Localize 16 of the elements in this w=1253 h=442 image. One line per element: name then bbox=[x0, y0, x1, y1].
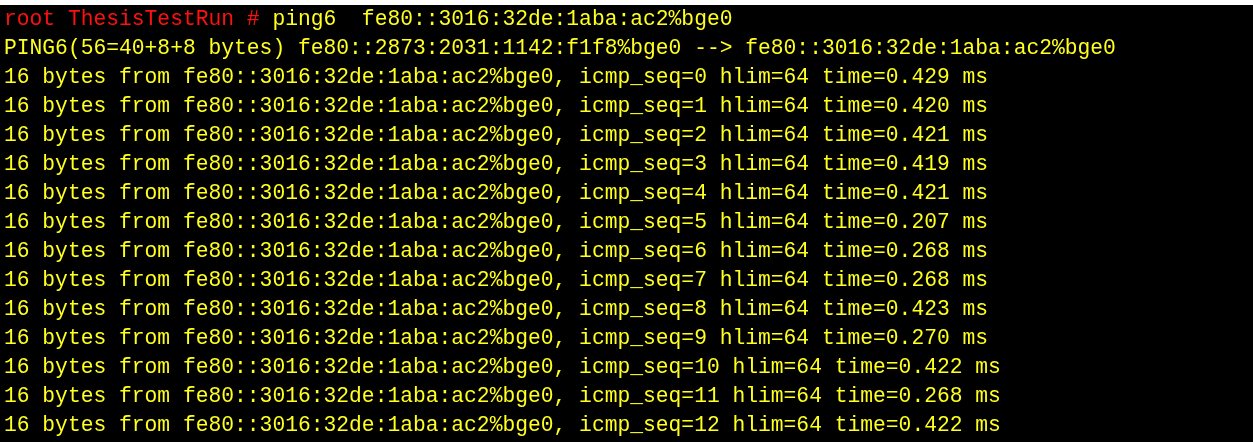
output-line: 16 bytes from fe80::3016:32de:1aba:ac2%bge0, icmp_seq=8 hlim=64 time=0.423 ms bbox=[4, 296, 989, 323]
output-line: 16 bytes from fe80::3016:32de:1aba:ac2%bge0, icmp_seq=6 hlim=64 time=0.268 ms bbox=[4, 238, 989, 265]
output-line: 16 bytes from fe80::3016:32de:1aba:ac2%bge0, icmp_seq=7 hlim=64 time=0.268 ms bbox=[4, 267, 989, 294]
output-line: 16 bytes from fe80::3016:32de:1aba:ac2%bge0, icmp_seq=10 hlim=64 time=0.422 ms bbox=[4, 354, 1001, 381]
output-line: 16 bytes from fe80::3016:32de:1aba:ac2%bge0, icmp_seq=9 hlim=64 time=0.270 ms bbox=[4, 325, 989, 352]
output-line: 16 bytes from fe80::3016:32de:1aba:ac2%bge0, icmp_seq=2 hlim=64 time=0.421 ms bbox=[4, 122, 989, 149]
output-line: 16 bytes from fe80::3016:32de:1aba:ac2%bge0, icmp_seq=4 hlim=64 time=0.421 ms bbox=[4, 180, 989, 207]
output-line: 16 bytes from fe80::3016:32de:1aba:ac2%bge0, icmp_seq=1 hlim=64 time=0.420 ms bbox=[4, 93, 989, 120]
output-line: 16 bytes from fe80::3016:32de:1aba:ac2%bge0, icmp_seq=3 hlim=64 time=0.419 ms bbox=[4, 151, 989, 178]
output-line: 16 bytes from fe80::3016:32de:1aba:ac2%bge0, icmp_seq=12 hlim=64 time=0.422 ms bbox=[4, 412, 1001, 439]
output-line: PING6(56=40+8+8 bytes) fe80::2873:2031:1142:f1f8%bge0 --> fe80::3016:32de:1aba:ac2%bge0 bbox=[4, 35, 1116, 62]
output-line: 16 bytes from fe80::3016:32de:1aba:ac2%bge0, icmp_seq=5 hlim=64 time=0.207 ms bbox=[4, 209, 989, 236]
command-text: ping6 fe80::3016:32de:1aba:ac2%bge0 bbox=[271, 6, 733, 33]
output-line: 16 bytes from fe80::3016:32de:1aba:ac2%bge0, icmp_seq=0 hlim=64 time=0.429 ms bbox=[4, 64, 989, 91]
output-line: 16 bytes from fe80::3016:32de:1aba:ac2%bge0, icmp_seq=11 hlim=64 time=0.268 ms bbox=[4, 383, 1001, 410]
shell-prompt: root ThesisTestRun # bbox=[4, 6, 260, 33]
